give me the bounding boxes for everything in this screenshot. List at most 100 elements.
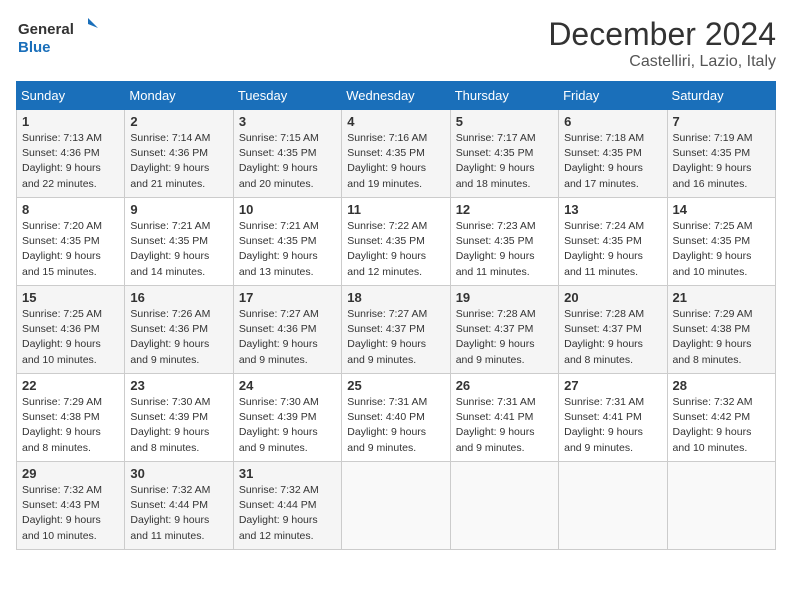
sunrise-label: Sunrise: 7:26 AM (130, 308, 210, 320)
sunset-label: Sunset: 4:37 PM (456, 323, 534, 335)
location-title: Castelliri, Lazio, Italy (548, 53, 776, 71)
sunrise-label: Sunrise: 7:31 AM (564, 396, 644, 408)
sunset-label: Sunset: 4:35 PM (456, 147, 534, 159)
day-info: Sunrise: 7:18 AM Sunset: 4:35 PM Dayligh… (564, 131, 661, 192)
day-number: 4 (347, 114, 444, 129)
day-number: 20 (564, 290, 661, 305)
calendar-cell: 4 Sunrise: 7:16 AM Sunset: 4:35 PM Dayli… (342, 110, 450, 198)
page-header: General Blue December 2024 Castelliri, L… (16, 16, 776, 71)
calendar-cell: 24 Sunrise: 7:30 AM Sunset: 4:39 PM Dayl… (233, 374, 341, 462)
daylight-label: Daylight: 9 hours and 11 minutes. (456, 250, 535, 277)
day-info: Sunrise: 7:32 AM Sunset: 4:43 PM Dayligh… (22, 483, 119, 544)
calendar-cell (559, 462, 667, 550)
sunset-label: Sunset: 4:44 PM (239, 499, 317, 511)
sunrise-label: Sunrise: 7:32 AM (673, 396, 753, 408)
sunset-label: Sunset: 4:41 PM (564, 411, 642, 423)
sunset-label: Sunset: 4:36 PM (130, 147, 208, 159)
day-info: Sunrise: 7:16 AM Sunset: 4:35 PM Dayligh… (347, 131, 444, 192)
calendar-cell: 11 Sunrise: 7:22 AM Sunset: 4:35 PM Dayl… (342, 198, 450, 286)
sunset-label: Sunset: 4:36 PM (22, 323, 100, 335)
sunrise-label: Sunrise: 7:32 AM (130, 484, 210, 496)
day-number: 23 (130, 378, 227, 393)
day-info: Sunrise: 7:31 AM Sunset: 4:40 PM Dayligh… (347, 395, 444, 456)
sunrise-label: Sunrise: 7:25 AM (22, 308, 102, 320)
sunrise-label: Sunrise: 7:27 AM (347, 308, 427, 320)
col-saturday: Saturday (667, 82, 775, 110)
daylight-label: Daylight: 9 hours and 19 minutes. (347, 162, 426, 189)
sunrise-label: Sunrise: 7:31 AM (347, 396, 427, 408)
sunset-label: Sunset: 4:35 PM (239, 235, 317, 247)
svg-text:General: General (18, 21, 74, 38)
calendar-cell: 28 Sunrise: 7:32 AM Sunset: 4:42 PM Dayl… (667, 374, 775, 462)
day-info: Sunrise: 7:29 AM Sunset: 4:38 PM Dayligh… (22, 395, 119, 456)
calendar-cell: 15 Sunrise: 7:25 AM Sunset: 4:36 PM Dayl… (17, 286, 125, 374)
day-info: Sunrise: 7:32 AM Sunset: 4:44 PM Dayligh… (239, 483, 336, 544)
day-number: 17 (239, 290, 336, 305)
calendar-cell (450, 462, 558, 550)
sunrise-label: Sunrise: 7:27 AM (239, 308, 319, 320)
daylight-label: Daylight: 9 hours and 8 minutes. (673, 338, 752, 365)
daylight-label: Daylight: 9 hours and 11 minutes. (564, 250, 643, 277)
calendar-cell: 13 Sunrise: 7:24 AM Sunset: 4:35 PM Dayl… (559, 198, 667, 286)
calendar-body: 1 Sunrise: 7:13 AM Sunset: 4:36 PM Dayli… (17, 110, 776, 550)
sunset-label: Sunset: 4:35 PM (673, 235, 751, 247)
sunrise-label: Sunrise: 7:25 AM (673, 220, 753, 232)
day-number: 21 (673, 290, 770, 305)
day-number: 7 (673, 114, 770, 129)
logo-svg: General Blue (16, 16, 106, 60)
daylight-label: Daylight: 9 hours and 11 minutes. (130, 514, 209, 541)
sunset-label: Sunset: 4:35 PM (130, 235, 208, 247)
sunrise-label: Sunrise: 7:30 AM (239, 396, 319, 408)
calendar-table: Sunday Monday Tuesday Wednesday Thursday… (16, 81, 776, 550)
sunrise-label: Sunrise: 7:14 AM (130, 132, 210, 144)
month-title: December 2024 (548, 16, 776, 53)
sunset-label: Sunset: 4:35 PM (22, 235, 100, 247)
day-number: 11 (347, 202, 444, 217)
day-info: Sunrise: 7:32 AM Sunset: 4:42 PM Dayligh… (673, 395, 770, 456)
day-info: Sunrise: 7:29 AM Sunset: 4:38 PM Dayligh… (673, 307, 770, 368)
daylight-label: Daylight: 9 hours and 9 minutes. (347, 426, 426, 453)
calendar-cell: 25 Sunrise: 7:31 AM Sunset: 4:40 PM Dayl… (342, 374, 450, 462)
col-wednesday: Wednesday (342, 82, 450, 110)
sunset-label: Sunset: 4:39 PM (130, 411, 208, 423)
sunrise-label: Sunrise: 7:31 AM (456, 396, 536, 408)
sunset-label: Sunset: 4:37 PM (347, 323, 425, 335)
daylight-label: Daylight: 9 hours and 9 minutes. (456, 426, 535, 453)
daylight-label: Daylight: 9 hours and 8 minutes. (564, 338, 643, 365)
sunrise-label: Sunrise: 7:32 AM (239, 484, 319, 496)
day-info: Sunrise: 7:20 AM Sunset: 4:35 PM Dayligh… (22, 219, 119, 280)
calendar-cell: 6 Sunrise: 7:18 AM Sunset: 4:35 PM Dayli… (559, 110, 667, 198)
day-info: Sunrise: 7:21 AM Sunset: 4:35 PM Dayligh… (239, 219, 336, 280)
day-info: Sunrise: 7:19 AM Sunset: 4:35 PM Dayligh… (673, 131, 770, 192)
day-number: 10 (239, 202, 336, 217)
daylight-label: Daylight: 9 hours and 12 minutes. (239, 514, 318, 541)
day-info: Sunrise: 7:28 AM Sunset: 4:37 PM Dayligh… (456, 307, 553, 368)
calendar-cell: 7 Sunrise: 7:19 AM Sunset: 4:35 PM Dayli… (667, 110, 775, 198)
calendar-cell: 1 Sunrise: 7:13 AM Sunset: 4:36 PM Dayli… (17, 110, 125, 198)
daylight-label: Daylight: 9 hours and 16 minutes. (673, 162, 752, 189)
calendar-cell: 23 Sunrise: 7:30 AM Sunset: 4:39 PM Dayl… (125, 374, 233, 462)
col-friday: Friday (559, 82, 667, 110)
calendar-cell: 12 Sunrise: 7:23 AM Sunset: 4:35 PM Dayl… (450, 198, 558, 286)
day-info: Sunrise: 7:22 AM Sunset: 4:35 PM Dayligh… (347, 219, 444, 280)
day-info: Sunrise: 7:13 AM Sunset: 4:36 PM Dayligh… (22, 131, 119, 192)
sunset-label: Sunset: 4:35 PM (239, 147, 317, 159)
day-number: 6 (564, 114, 661, 129)
day-number: 3 (239, 114, 336, 129)
day-info: Sunrise: 7:30 AM Sunset: 4:39 PM Dayligh… (239, 395, 336, 456)
day-number: 24 (239, 378, 336, 393)
daylight-label: Daylight: 9 hours and 9 minutes. (347, 338, 426, 365)
day-number: 8 (22, 202, 119, 217)
day-number: 29 (22, 466, 119, 481)
sunset-label: Sunset: 4:35 PM (347, 235, 425, 247)
day-number: 18 (347, 290, 444, 305)
day-info: Sunrise: 7:25 AM Sunset: 4:36 PM Dayligh… (22, 307, 119, 368)
day-number: 22 (22, 378, 119, 393)
calendar-cell: 3 Sunrise: 7:15 AM Sunset: 4:35 PM Dayli… (233, 110, 341, 198)
day-info: Sunrise: 7:31 AM Sunset: 4:41 PM Dayligh… (564, 395, 661, 456)
weekday-header-row: Sunday Monday Tuesday Wednesday Thursday… (17, 82, 776, 110)
day-info: Sunrise: 7:31 AM Sunset: 4:41 PM Dayligh… (456, 395, 553, 456)
calendar-cell: 2 Sunrise: 7:14 AM Sunset: 4:36 PM Dayli… (125, 110, 233, 198)
sunrise-label: Sunrise: 7:13 AM (22, 132, 102, 144)
day-info: Sunrise: 7:30 AM Sunset: 4:39 PM Dayligh… (130, 395, 227, 456)
